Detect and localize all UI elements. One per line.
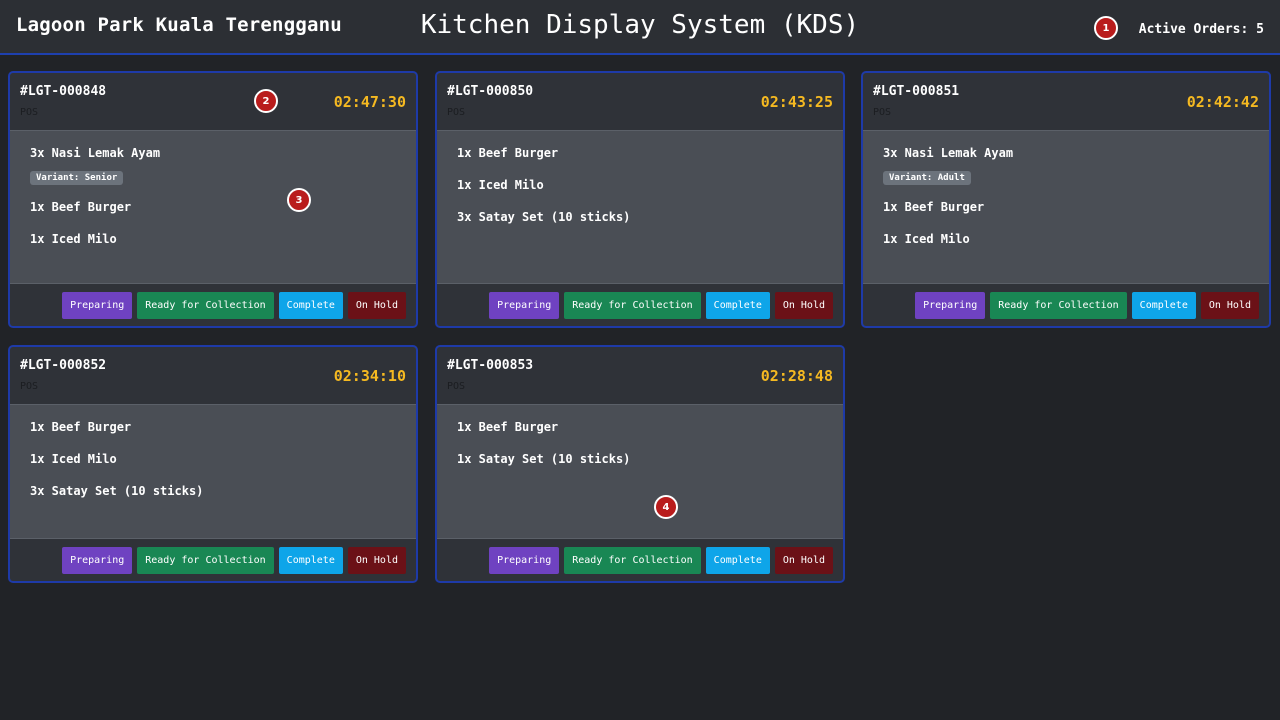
complete-button[interactable]: Complete <box>278 546 343 574</box>
order-timer: 02:28:48 <box>760 367 833 385</box>
order-items: 1x Beef Burger 1x Iced Milo 3x Satay Set (… <box>437 131 843 225</box>
order-source: POS <box>447 107 466 118</box>
order-actions: Preparing Ready for Collection Complete … <box>10 538 416 581</box>
on-hold-button[interactable]: On Hold <box>1200 291 1259 319</box>
order-item: 3x Satay Set (10 sticks) <box>30 484 204 498</box>
order-timer: 02:43:25 <box>760 93 833 111</box>
order-source: POS <box>873 107 892 118</box>
annotation-marker-4: 4 <box>654 495 678 519</box>
order-id: #LGT-000848 <box>20 84 107 99</box>
order-card: #LGT-000851 POS 02:42:42 3x Nasi Lemak A… <box>861 71 1271 328</box>
order-actions: Preparing Ready for Collection Complete … <box>437 283 843 326</box>
order-timer: 02:42:42 <box>1186 93 1259 111</box>
order-item: 1x Iced Milo <box>457 178 544 192</box>
order-id: #LGT-000851 <box>873 84 960 99</box>
order-source: POS <box>20 381 39 392</box>
active-orders-count: Active Orders: 5 <box>1138 22 1264 37</box>
order-id: #LGT-000853 <box>447 358 534 373</box>
on-hold-button[interactable]: On Hold <box>347 291 406 319</box>
order-item: 1x Satay Set (10 sticks) <box>457 452 631 466</box>
order-actions: Preparing Ready for Collection Complete … <box>863 283 1269 326</box>
order-source: POS <box>447 381 466 392</box>
preparing-button[interactable]: Preparing <box>915 291 986 319</box>
order-item: 1x Iced Milo <box>30 232 117 246</box>
on-hold-button[interactable]: On Hold <box>774 546 833 574</box>
order-card-header: #LGT-000851 POS 02:42:42 <box>863 73 1269 131</box>
ready-for-collection-button[interactable]: Ready for Collection <box>564 546 701 574</box>
order-item: 1x Beef Burger <box>883 200 985 214</box>
preparing-button[interactable]: Preparing <box>489 546 560 574</box>
order-card-header: #LGT-000853 POS 02:28:48 <box>437 347 843 405</box>
order-item: 1x Beef Burger <box>457 146 559 160</box>
order-item: 3x Nasi Lemak Ayam <box>883 146 1014 160</box>
page-title: Kitchen Display System (KDS) <box>420 10 860 40</box>
preparing-button[interactable]: Preparing <box>62 291 133 319</box>
order-card: #LGT-000848 POS 02:47:30 3x Nasi Lemak A… <box>8 71 418 328</box>
top-bar: Lagoon Park Kuala Terengganu Kitchen Dis… <box>0 0 1280 55</box>
complete-button[interactable]: Complete <box>705 546 770 574</box>
order-item: 1x Beef Burger <box>457 420 559 434</box>
order-item: 1x Iced Milo <box>30 452 117 466</box>
variant-badge: Variant: Senior <box>30 171 124 185</box>
ready-for-collection-button[interactable]: Ready for Collection <box>990 291 1127 319</box>
ready-for-collection-button[interactable]: Ready for Collection <box>564 291 701 319</box>
order-items: 1x Beef Burger 1x Satay Set (10 sticks) <box>437 405 843 467</box>
on-hold-button[interactable]: On Hold <box>774 291 833 319</box>
order-actions: Preparing Ready for Collection Complete … <box>437 538 843 581</box>
order-source: POS <box>20 107 39 118</box>
annotation-marker-1: 1 <box>1094 16 1118 40</box>
order-card-header: #LGT-000848 POS 02:47:30 <box>10 73 416 131</box>
order-card: #LGT-000853 POS 02:28:48 1x Beef Burger 1… <box>435 345 845 583</box>
order-items: 3x Nasi Lemak Ayam Variant: Senior 1x Beef… <box>10 131 416 247</box>
preparing-button[interactable]: Preparing <box>62 546 133 574</box>
order-id: #LGT-000852 <box>20 358 107 373</box>
ready-for-collection-button[interactable]: Ready for Collection <box>137 291 274 319</box>
order-item: 1x Iced Milo <box>883 232 970 246</box>
complete-button[interactable]: Complete <box>278 291 343 319</box>
on-hold-button[interactable]: On Hold <box>347 546 406 574</box>
preparing-button[interactable]: Preparing <box>489 291 560 319</box>
order-item: 3x Nasi Lemak Ayam <box>30 146 161 160</box>
order-card: #LGT-000850 POS 02:43:25 1x Beef Burger 1… <box>435 71 845 328</box>
variant-badge: Variant: Adult <box>883 171 971 185</box>
order-card: #LGT-000852 POS 02:34:10 1x Beef Burger 1… <box>8 345 418 583</box>
complete-button[interactable]: Complete <box>1131 291 1196 319</box>
order-timer: 02:34:10 <box>333 367 406 385</box>
order-timer: 02:47:30 <box>333 93 406 111</box>
order-card-header: #LGT-000852 POS 02:34:10 <box>10 347 416 405</box>
annotation-marker-3: 3 <box>287 188 311 212</box>
order-actions: Preparing Ready for Collection Complete … <box>10 283 416 326</box>
complete-button[interactable]: Complete <box>705 291 770 319</box>
annotation-marker-2: 2 <box>254 89 278 113</box>
order-item: 1x Beef Burger <box>30 200 132 214</box>
order-id: #LGT-000850 <box>447 84 534 99</box>
order-item: 1x Beef Burger <box>30 420 132 434</box>
order-item: 3x Satay Set (10 sticks) <box>457 210 631 224</box>
ready-for-collection-button[interactable]: Ready for Collection <box>137 546 274 574</box>
order-items: 3x Nasi Lemak Ayam Variant: Adult 1x Beef … <box>863 131 1269 247</box>
order-items: 1x Beef Burger 1x Iced Milo 3x Satay Set (… <box>10 405 416 499</box>
order-card-header: #LGT-000850 POS 02:43:25 <box>437 73 843 131</box>
